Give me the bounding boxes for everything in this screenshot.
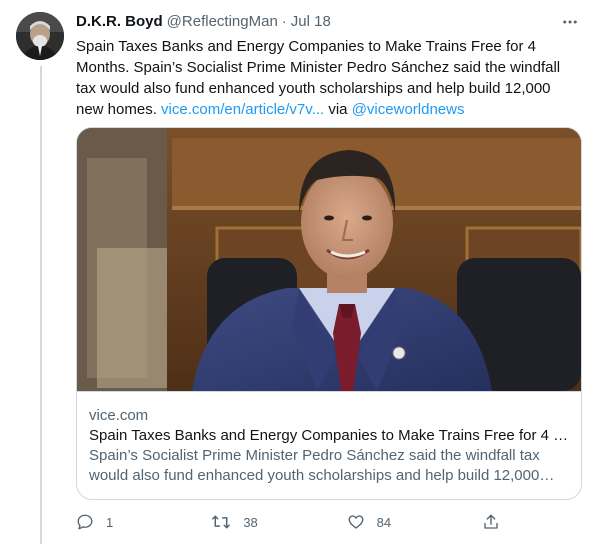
via-handle-link[interactable]: @viceworldnews xyxy=(352,101,465,118)
author-name[interactable]: D.K.R. Boyd xyxy=(76,12,163,32)
tweet-content: D.K.R. Boyd @ReflectingMan · Jul 18 Spai… xyxy=(76,12,582,120)
retweet-button[interactable]: 38 xyxy=(211,513,271,531)
reply-icon xyxy=(76,513,94,531)
retweet-icon xyxy=(211,513,231,531)
heart-icon xyxy=(347,513,365,531)
reply-button[interactable]: 1 xyxy=(76,513,136,531)
thread-line xyxy=(40,66,42,544)
tweet-actions: 1 38 84 xyxy=(76,510,506,534)
avatar[interactable] xyxy=(16,12,64,60)
link-preview-card[interactable]: vice.com Spain Taxes Banks and Energy Co… xyxy=(76,127,582,500)
tweet-text: Spain Taxes Banks and Energy Companies t… xyxy=(76,36,582,120)
tweet-link[interactable]: vice.com/en/article/v7v... xyxy=(161,101,324,118)
card-description: Spain’s Socialist Prime Minister Pedro S… xyxy=(89,447,540,484)
tweet-date[interactable]: Jul 18 xyxy=(291,12,331,32)
separator-dot: · xyxy=(281,13,287,30)
card-title: Spain Taxes Banks and Energy Companies t… xyxy=(89,427,569,444)
tweet-header: D.K.R. Boyd @ReflectingMan · Jul 18 xyxy=(76,12,582,32)
share-button[interactable] xyxy=(482,513,506,531)
card-meta: vice.com Spain Taxes Banks and Energy Co… xyxy=(77,391,581,498)
like-button[interactable]: 84 xyxy=(347,513,407,531)
via-label: via xyxy=(328,101,348,118)
retweet-count: 38 xyxy=(243,514,258,530)
author-handle[interactable]: @ReflectingMan xyxy=(167,12,278,32)
tweet[interactable]: D.K.R. Boyd @ReflectingMan · Jul 18 Spai… xyxy=(0,0,598,544)
reply-count: 1 xyxy=(106,514,114,530)
like-count: 84 xyxy=(376,514,392,530)
card-domain: vice.com xyxy=(89,407,149,424)
share-icon xyxy=(482,513,500,531)
more-horizontal-icon[interactable] xyxy=(558,12,582,32)
card-image[interactable] xyxy=(77,128,581,391)
